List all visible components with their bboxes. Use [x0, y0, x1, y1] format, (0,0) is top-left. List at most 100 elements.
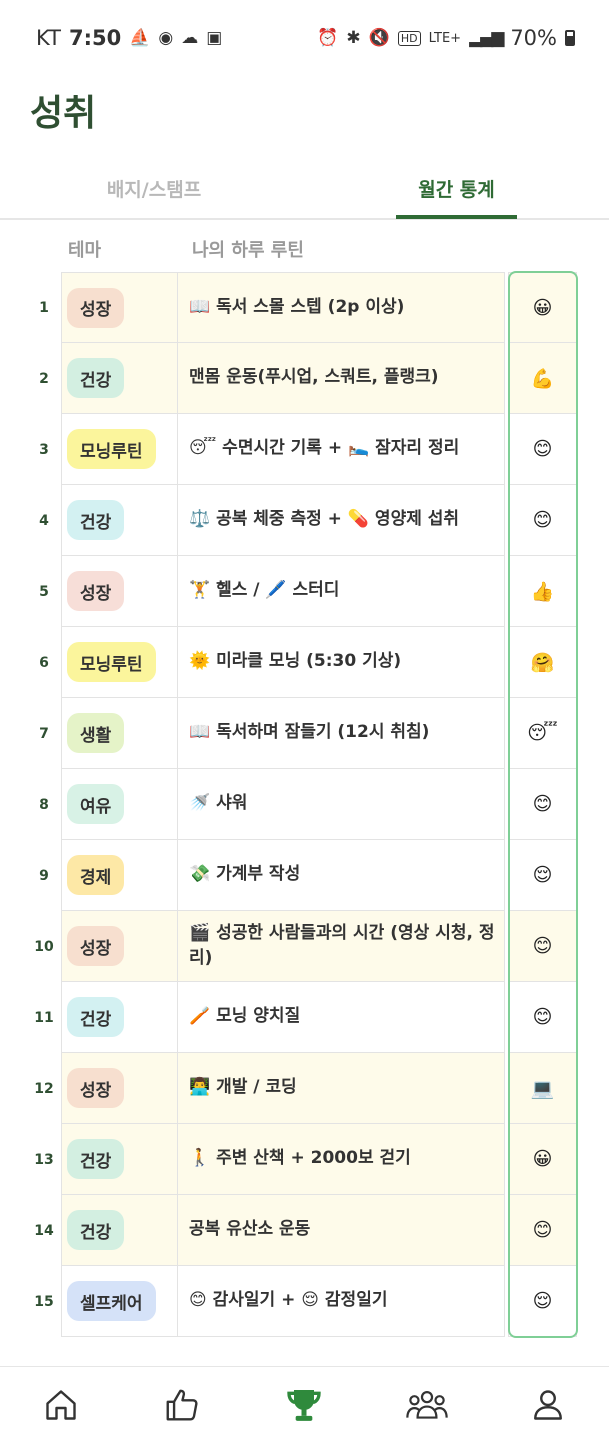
theme-cell: 셀프케어: [61, 1266, 178, 1337]
table-row[interactable]: 11 건강 🪥 모닝 양치질 😊: [0, 982, 609, 1053]
theme-cell: 성장: [61, 556, 178, 627]
table-row[interactable]: 8 여유 🚿 샤워 😊: [0, 769, 609, 840]
status-right: ⏰ ✱ 🔇 HD LTE+ ▂▄▆ 70%: [317, 26, 575, 50]
table-row[interactable]: 13 건강 🚶 주변 산책 + 2000보 걷기 😀: [0, 1124, 609, 1195]
table-row[interactable]: 6 모닝루틴 🌞 미라클 모닝 (5:30 기상) 🤗: [0, 627, 609, 698]
routine-cell: 🚿 샤워: [178, 769, 505, 840]
routine-text: 맨몸 운동(푸시업, 스쿼트, 플랭크): [189, 367, 439, 388]
mood-emoji-cell[interactable]: 😊: [508, 911, 577, 982]
table-row[interactable]: 15 셀프케어 😊 감사일기 + 😌 감정일기 😌: [0, 1266, 609, 1337]
routine-cell: 📖 독서하며 잠들기 (12시 취침): [178, 698, 505, 769]
row-number: 5: [39, 583, 49, 600]
mood-emoji-cell[interactable]: 😌: [508, 840, 577, 911]
theme-cell: 모닝루틴: [61, 414, 178, 485]
routine-cell: 🏋️ 헬스 / 🖊️ 스터디: [178, 556, 505, 627]
clock: 7:50: [68, 26, 122, 50]
mood-emoji: 😀: [532, 296, 553, 319]
network-type: LTE+: [428, 30, 462, 46]
column-header-theme: 테마: [68, 240, 102, 261]
ship-icon: ⛵: [129, 28, 151, 48]
mood-emoji-cell[interactable]: 😊: [508, 485, 577, 556]
image-icon: ▣: [206, 28, 223, 48]
row-number: 3: [39, 441, 49, 458]
status-left: KT 7:50 ⛵ ◉ ☁ ▣: [36, 26, 222, 50]
mood-emoji: 😴: [527, 722, 558, 744]
mood-emoji-cell[interactable]: 👍: [508, 556, 577, 627]
group-icon: [406, 1391, 448, 1419]
theme-cell: 여유: [61, 769, 178, 840]
theme-badge: 성장: [67, 571, 125, 611]
table-row[interactable]: 5 성장 🏋️ 헬스 / 🖊️ 스터디 👍: [0, 556, 609, 627]
column-header-routine: 나의 하루 루틴: [192, 240, 304, 261]
routine-text: 😊 감사일기 + 😌 감정일기: [189, 1290, 388, 1311]
theme-badge: 건강: [67, 500, 125, 540]
nav-home[interactable]: [37, 1381, 85, 1429]
table-row[interactable]: 14 건강 공복 유산소 운동 😊: [0, 1195, 609, 1266]
nav-achievements[interactable]: [280, 1381, 328, 1429]
theme-cell: 성장: [61, 1053, 178, 1124]
mood-emoji-cell[interactable]: 💪: [508, 343, 577, 414]
mood-emoji-cell[interactable]: 💻: [508, 1053, 577, 1124]
row-number: 12: [34, 1080, 54, 1097]
nav-profile[interactable]: [524, 1381, 572, 1429]
tab-bar: 배지/스탬프 월간 통계: [0, 160, 609, 220]
mood-emoji-cell[interactable]: 😊: [508, 414, 577, 485]
nav-community[interactable]: [403, 1381, 451, 1429]
tab-badges[interactable]: 배지/스탬프: [80, 160, 228, 216]
theme-badge: 건강: [67, 1210, 125, 1250]
table-row[interactable]: 7 생활 📖 독서하며 잠들기 (12시 취침) 😴: [0, 698, 609, 769]
tab-monthly-stats[interactable]: 월간 통계: [396, 160, 517, 219]
theme-cell: 생활: [61, 698, 178, 769]
thumbs-up-icon: [166, 1389, 198, 1421]
row-number: 11: [34, 1009, 54, 1026]
routine-cell: 🪥 모닝 양치질: [178, 982, 505, 1053]
mood-emoji-cell[interactable]: 😀: [508, 272, 577, 343]
table-row[interactable]: 2 건강 맨몸 운동(푸시업, 스쿼트, 플랭크) 💪: [0, 343, 609, 414]
theme-badge: 성장: [67, 1068, 125, 1108]
cloud-icon: ☁: [181, 28, 199, 48]
routine-cell: 🎬 성공한 사람들과의 시간 (영상 시청, 정리): [178, 911, 505, 982]
routine-cell: 공복 유산소 운동: [178, 1195, 505, 1266]
table-row[interactable]: 1 성장 📖 독서 스몰 스텝 (2p 이상) 😀: [0, 272, 609, 343]
mood-emoji: 😊: [532, 1219, 553, 1241]
routine-cell: 😊 감사일기 + 😌 감정일기: [178, 1266, 505, 1337]
mood-emoji-cell[interactable]: 😀: [508, 1124, 577, 1195]
routine-text: 🏋️ 헬스 / 🖊️ 스터디: [189, 580, 340, 601]
table-row[interactable]: 12 성장 👨‍💻 개발 / 코딩 💻: [0, 1053, 609, 1124]
bluetooth-icon: ✱: [346, 28, 361, 48]
mood-emoji: 😌: [532, 1290, 553, 1312]
mood-emoji: 👍: [530, 580, 555, 603]
theme-badge: 성장: [67, 287, 125, 328]
row-number: 9: [39, 867, 49, 884]
row-number: 4: [39, 512, 49, 529]
theme-badge: 생활: [67, 713, 125, 753]
mood-emoji-cell[interactable]: 😊: [508, 769, 577, 840]
sync-icon: ◉: [158, 28, 174, 48]
battery-percent: 70%: [510, 26, 557, 50]
routine-text: 🚶 주변 산책 + 2000보 걷기: [189, 1148, 411, 1169]
mood-emoji-cell[interactable]: 😊: [508, 982, 577, 1053]
table-row[interactable]: 4 건강 ⚖️ 공복 체중 측정 + 💊 영양제 섭취 😊: [0, 485, 609, 556]
mood-emoji-cell[interactable]: 🤗: [508, 627, 577, 698]
row-number: 1: [39, 299, 49, 316]
mood-emoji: 😊: [532, 509, 553, 531]
routine-text: 🎬 성공한 사람들과의 시간 (영상 시청, 정리): [189, 922, 495, 969]
theme-cell: 건강: [61, 343, 178, 414]
mood-emoji-cell[interactable]: 😌: [508, 1266, 577, 1337]
mood-emoji: 😀: [532, 1148, 553, 1170]
mood-emoji: 😊: [532, 438, 553, 460]
alarm-icon: ⏰: [317, 28, 339, 48]
mood-emoji-cell[interactable]: 😊: [508, 1195, 577, 1266]
row-number: 7: [39, 725, 49, 742]
table-row[interactable]: 10 성장 🎬 성공한 사람들과의 시간 (영상 시청, 정리) 😊: [0, 911, 609, 982]
status-bar: KT 7:50 ⛵ ◉ ☁ ▣ ⏰ ✱ 🔇 HD LTE+ ▂▄▆ 70%: [0, 0, 609, 76]
theme-cell: 성장: [61, 272, 178, 343]
table-row[interactable]: 3 모닝루틴 😴 수면시간 기록 + 🛌 잠자리 정리 😊: [0, 414, 609, 485]
row-number: 8: [39, 796, 49, 813]
table-row[interactable]: 9 경제 💸 가계부 작성 😌: [0, 840, 609, 911]
trophy-icon: [287, 1390, 321, 1421]
bottom-navigation: [0, 1366, 609, 1441]
hd-icon: HD: [397, 30, 421, 46]
mood-emoji-cell[interactable]: 😴: [508, 698, 577, 769]
nav-likes[interactable]: [158, 1381, 206, 1429]
